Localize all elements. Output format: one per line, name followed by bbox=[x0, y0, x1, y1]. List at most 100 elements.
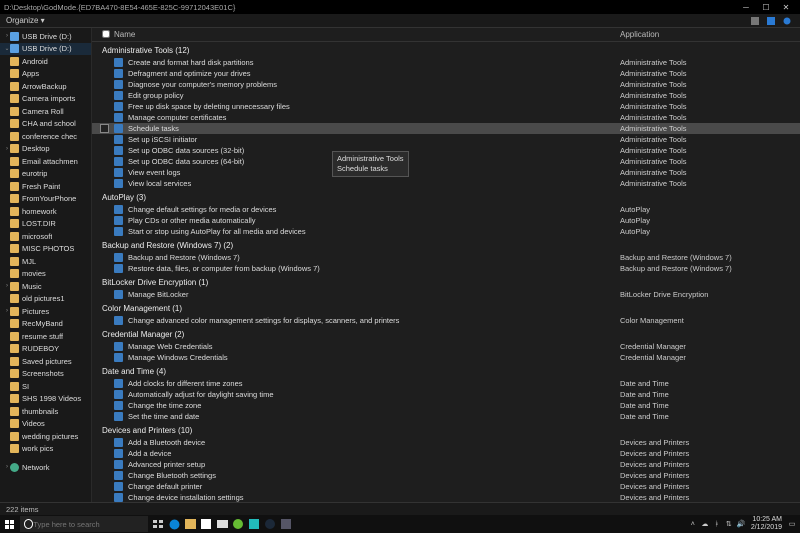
nav-item[interactable]: Android bbox=[0, 55, 91, 68]
nav-item[interactable]: homework bbox=[0, 205, 91, 218]
taskbar-app-edge[interactable] bbox=[166, 515, 182, 533]
tray-onedrive-icon[interactable]: ☁ bbox=[699, 515, 711, 533]
nav-item[interactable]: work pics bbox=[0, 443, 91, 456]
nav-item[interactable]: SI bbox=[0, 380, 91, 393]
list-item[interactable]: Restore data, files, or computer from ba… bbox=[92, 263, 800, 274]
nav-item[interactable]: Saved pictures bbox=[0, 355, 91, 368]
taskbar-clock[interactable]: 10:25 AM 2/12/2019 bbox=[747, 516, 786, 531]
taskbar-app-explorer[interactable] bbox=[182, 515, 198, 533]
list-item[interactable]: Set up iSCSI initiatorAdministrative Too… bbox=[92, 134, 800, 145]
nav-item[interactable]: ⌄USB Drive (D:) bbox=[0, 43, 91, 56]
nav-item[interactable]: Fresh Paint bbox=[0, 180, 91, 193]
nav-item[interactable]: wedding pictures bbox=[0, 430, 91, 443]
list-item[interactable]: Change advanced color management setting… bbox=[92, 315, 800, 326]
nav-item[interactable]: RUDEBOY bbox=[0, 343, 91, 356]
nav-item[interactable]: FromYourPhone bbox=[0, 193, 91, 206]
nav-item[interactable]: CHA and school bbox=[0, 118, 91, 131]
tray-network-icon[interactable]: ⇅ bbox=[723, 515, 735, 533]
nav-item[interactable]: thumbnails bbox=[0, 405, 91, 418]
tray-volume-icon[interactable]: 🔊 bbox=[735, 515, 747, 533]
list-item[interactable]: Create and format hard disk partitionsAd… bbox=[92, 57, 800, 68]
minimize-button[interactable]: ─ bbox=[736, 0, 756, 14]
nav-item[interactable]: conference chec bbox=[0, 130, 91, 143]
list-item[interactable]: Edit group policyAdministrative Tools bbox=[92, 90, 800, 101]
preview-pane-icon[interactable] bbox=[764, 15, 778, 27]
list-item[interactable]: Advanced printer setupDevices and Printe… bbox=[92, 459, 800, 470]
help-icon[interactable] bbox=[780, 15, 794, 27]
taskbar-app-cyan[interactable] bbox=[246, 515, 262, 533]
group-header[interactable]: Credential Manager (2) bbox=[92, 326, 800, 341]
nav-item[interactable]: Screenshots bbox=[0, 368, 91, 381]
column-application[interactable]: Application bbox=[620, 30, 800, 39]
group-header[interactable]: Date and Time (4) bbox=[92, 363, 800, 378]
tray-bluetooth-icon[interactable]: ᚼ bbox=[711, 515, 723, 533]
column-name[interactable]: Name bbox=[114, 30, 620, 39]
view-options-icon[interactable] bbox=[748, 15, 762, 27]
list-item[interactable]: Set up ODBC data sources (32-bit)Adminis… bbox=[92, 145, 800, 156]
nav-item[interactable]: MJL bbox=[0, 255, 91, 268]
list-item[interactable]: Free up disk space by deleting unnecessa… bbox=[92, 101, 800, 112]
nav-item[interactable]: ›Network bbox=[0, 461, 91, 474]
nav-item[interactable]: ›Desktop bbox=[0, 143, 91, 156]
list-item[interactable]: Play CDs or other media automaticallyAut… bbox=[92, 215, 800, 226]
list-item[interactable]: Change the time zoneDate and Time bbox=[92, 400, 800, 411]
nav-item[interactable]: ›Music bbox=[0, 280, 91, 293]
list-item[interactable]: Automatically adjust for daylight saving… bbox=[92, 389, 800, 400]
list-item[interactable]: Change default settings for media or dev… bbox=[92, 204, 800, 215]
list-item[interactable]: Diagnose your computer's memory problems… bbox=[92, 79, 800, 90]
nav-item[interactable]: RecMyBand bbox=[0, 318, 91, 331]
list-item[interactable]: Defragment and optimize your drivesAdmin… bbox=[92, 68, 800, 79]
nav-item[interactable]: Email attachmen bbox=[0, 155, 91, 168]
group-header[interactable]: Devices and Printers (10) bbox=[92, 422, 800, 437]
nav-item[interactable]: microsoft bbox=[0, 230, 91, 243]
taskbar-app-mail[interactable] bbox=[214, 515, 230, 533]
list-item[interactable]: Add a Bluetooth deviceDevices and Printe… bbox=[92, 437, 800, 448]
list-item[interactable]: Manage BitLockerBitLocker Drive Encrypti… bbox=[92, 289, 800, 300]
list-item[interactable]: Manage Windows CredentialsCredential Man… bbox=[92, 352, 800, 363]
row-checkbox[interactable] bbox=[100, 124, 109, 133]
list-item[interactable]: Schedule tasksAdministrative Tools bbox=[92, 123, 800, 134]
list-item[interactable]: Manage Web CredentialsCredential Manager bbox=[92, 341, 800, 352]
group-header[interactable]: Administrative Tools (12) bbox=[92, 42, 800, 57]
group-header[interactable]: Color Management (1) bbox=[92, 300, 800, 315]
close-button[interactable]: ✕ bbox=[776, 0, 796, 14]
list-item[interactable]: Change default printerDevices and Printe… bbox=[92, 481, 800, 492]
list-item[interactable]: Set up ODBC data sources (64-bit)Adminis… bbox=[92, 156, 800, 167]
nav-item[interactable]: Videos bbox=[0, 418, 91, 431]
nav-item[interactable]: MISC PHOTOS bbox=[0, 243, 91, 256]
nav-item[interactable]: ›Pictures bbox=[0, 305, 91, 318]
search-input[interactable] bbox=[33, 520, 144, 529]
start-button[interactable] bbox=[0, 515, 18, 533]
list-item[interactable]: Set the time and dateDate and Time bbox=[92, 411, 800, 422]
column-headers[interactable]: Name Application bbox=[92, 28, 800, 42]
taskbar-app-store[interactable] bbox=[198, 515, 214, 533]
action-center-icon[interactable]: ▭ bbox=[786, 515, 798, 533]
nav-item[interactable]: resume stuff bbox=[0, 330, 91, 343]
list-item[interactable]: View local servicesAdministrative Tools bbox=[92, 178, 800, 189]
maximize-button[interactable]: ☐ bbox=[756, 0, 776, 14]
nav-item[interactable]: eurotrip bbox=[0, 168, 91, 181]
nav-item[interactable]: SHS 1998 Videos bbox=[0, 393, 91, 406]
list-item[interactable]: Start or stop using AutoPlay for all med… bbox=[92, 226, 800, 237]
list-item[interactable]: Change Bluetooth settingsDevices and Pri… bbox=[92, 470, 800, 481]
nav-item[interactable]: ›USB Drive (D:) bbox=[0, 30, 91, 43]
system-tray[interactable]: ˄ ☁ ᚼ ⇅ 🔊 10:25 AM 2/12/2019 ▭ bbox=[687, 515, 800, 533]
nav-item[interactable]: ArrowBackup bbox=[0, 80, 91, 93]
list-item[interactable]: Add clocks for different time zonesDate … bbox=[92, 378, 800, 389]
taskbar-app-purple[interactable] bbox=[278, 515, 294, 533]
taskbar-search[interactable] bbox=[20, 516, 148, 532]
taskbar[interactable]: ˄ ☁ ᚼ ⇅ 🔊 10:25 AM 2/12/2019 ▭ bbox=[0, 515, 800, 533]
taskbar-app-steam[interactable] bbox=[262, 515, 278, 533]
list-item[interactable]: Manage computer certificatesAdministrati… bbox=[92, 112, 800, 123]
nav-item[interactable]: movies bbox=[0, 268, 91, 281]
nav-item[interactable]: Apps bbox=[0, 68, 91, 81]
organize-menu[interactable]: Organize ▾ bbox=[6, 16, 45, 25]
task-view-button[interactable] bbox=[150, 515, 166, 533]
list-item[interactable]: Change device installation settingsDevic… bbox=[92, 492, 800, 502]
list-item[interactable]: Add a deviceDevices and Printers bbox=[92, 448, 800, 459]
nav-item[interactable]: LOST.DIR bbox=[0, 218, 91, 231]
group-header[interactable]: Backup and Restore (Windows 7) (2) bbox=[92, 237, 800, 252]
navigation-pane[interactable]: ›USB Drive (D:)⌄USB Drive (D:)AndroidApp… bbox=[0, 28, 92, 502]
tray-chevron-icon[interactable]: ˄ bbox=[687, 515, 699, 533]
list-item[interactable]: View event logsAdministrative Tools bbox=[92, 167, 800, 178]
